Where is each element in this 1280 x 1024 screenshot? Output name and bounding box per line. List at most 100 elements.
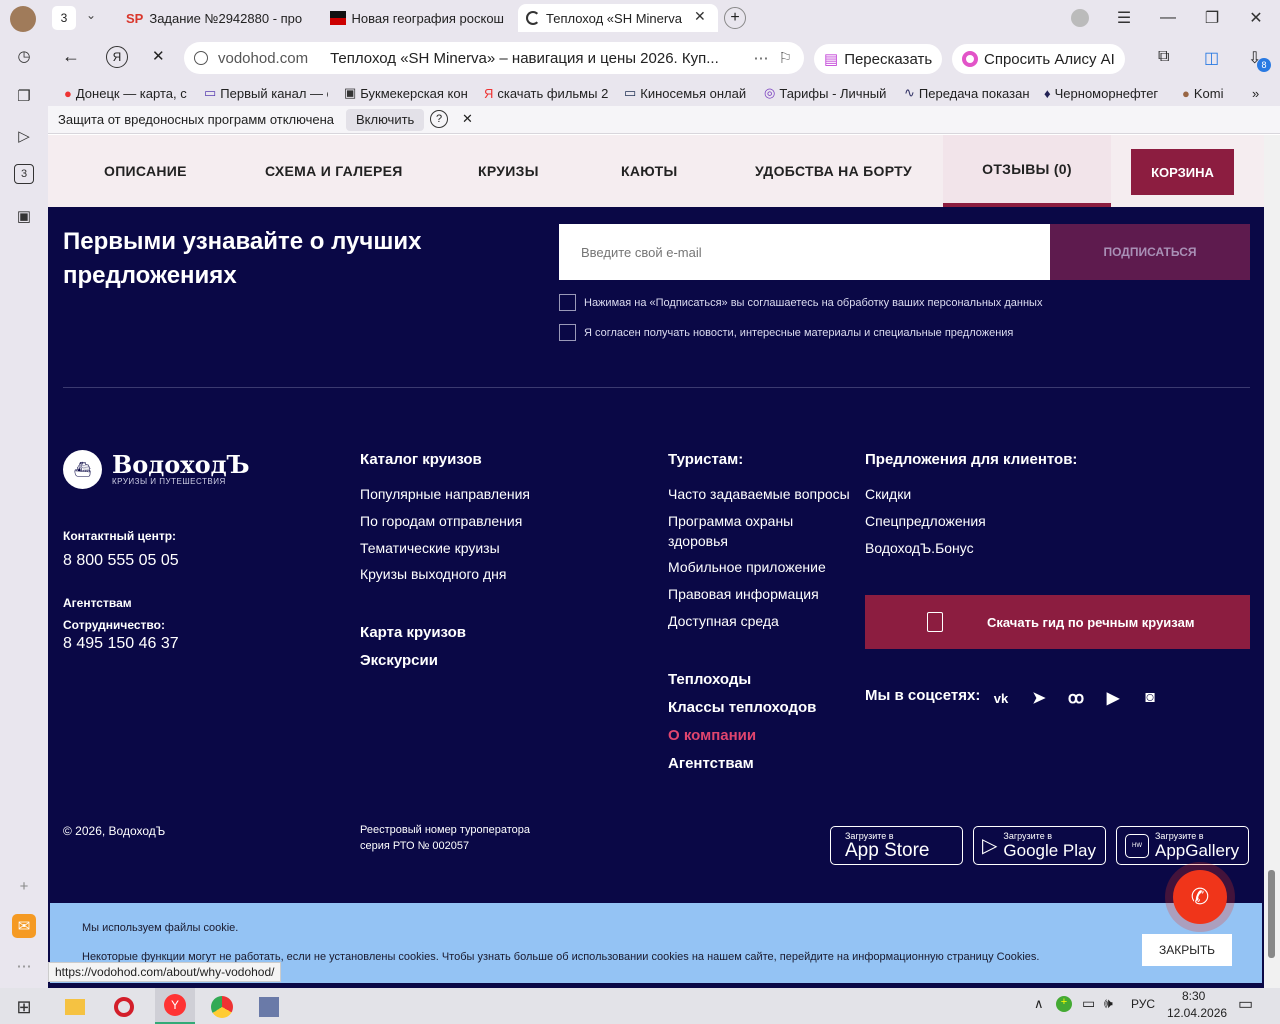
collections-icon[interactable]: ❐ — [12, 84, 36, 108]
catalog-title[interactable]: Каталог круизов — [360, 451, 482, 468]
bookmark-7[interactable]: ∿ Передача показан — [904, 84, 1030, 102]
minimize-icon[interactable]: — — [1156, 6, 1180, 30]
profile-avatar[interactable] — [10, 6, 36, 32]
tab-1[interactable]: SP Задание №2942880 - про — [118, 4, 318, 32]
bookmark-1[interactable]: ● Донецк — карта, с — [64, 84, 188, 102]
email-input[interactable] — [559, 224, 1050, 280]
play-icon[interactable]: ▷ — [12, 124, 36, 148]
language-indicator[interactable]: РУС — [1131, 997, 1155, 1011]
tab-3-active[interactable]: Теплоход «SH Minerva — [518, 4, 718, 32]
catalog-link[interactable]: По городам отправления — [360, 513, 522, 529]
vk-icon[interactable]: vk — [990, 687, 1012, 709]
chrome-icon[interactable] — [207, 992, 237, 1022]
stop-icon[interactable]: ✕ — [152, 47, 165, 65]
profile-icon[interactable] — [1068, 6, 1092, 30]
tourist-link[interactable]: Программа охраны — [668, 513, 793, 529]
bookmark-8[interactable]: ♦ Черноморнефтег — [1044, 84, 1170, 102]
help-icon[interactable]: ? — [430, 110, 448, 128]
bookmark-5[interactable]: ▭ Киносемья онлай — [624, 84, 750, 102]
telegram-icon[interactable]: ➤ — [1028, 687, 1050, 709]
logo[interactable]: ⛴ ВодоходЪ КРУИЗЫ И ПУТЕШЕСТВИЯ — [63, 450, 250, 489]
ask-alice-button[interactable]: Спросить Алису AI — [952, 44, 1125, 74]
clock-date[interactable]: 12.04.2026 — [1167, 1006, 1227, 1020]
catalog-link[interactable]: Круизы выходного дня — [360, 566, 506, 582]
bookmark-6[interactable]: ◎ Тарифы - Личный — [764, 84, 890, 102]
cookie-close-button[interactable]: ЗАКРЫТЬ — [1142, 934, 1232, 966]
contact-phone[interactable]: 8 800 555 05 05 — [63, 552, 179, 570]
consent-checkbox-1[interactable] — [559, 294, 576, 311]
scrollbar-thumb[interactable] — [1268, 870, 1275, 958]
screenshot-icon[interactable]: ▣ — [12, 204, 36, 228]
nav-cruises[interactable]: КРУИЗЫ — [478, 135, 539, 207]
callback-button[interactable]: ✆ — [1173, 870, 1227, 924]
offer-link[interactable]: Скидки — [865, 486, 911, 502]
file-explorer-icon[interactable] — [60, 992, 90, 1022]
site-security-icon[interactable] — [194, 51, 208, 65]
restore-icon[interactable]: ❐ — [1200, 6, 1224, 30]
network-icon[interactable]: ▭ — [1082, 995, 1095, 1012]
shield-icon[interactable]: ◫ — [1204, 48, 1219, 68]
catalog-link[interactable]: Популярные направления — [360, 486, 530, 502]
cart-button[interactable]: КОРЗИНА — [1131, 149, 1234, 195]
bookmarks-more-icon[interactable]: » — [1252, 84, 1266, 102]
chevron-down-icon[interactable]: ⌄ — [86, 8, 96, 22]
tourist-link[interactable]: Мобильное приложение — [668, 559, 826, 575]
about-link[interactable]: О компании — [668, 727, 756, 744]
page-scrollbar[interactable] — [1264, 135, 1280, 988]
app-store-button[interactable]: Загрузите в App Store — [830, 826, 963, 865]
nav-gallery[interactable]: СХЕМА И ГАЛЕРЕЯ — [265, 135, 403, 207]
consent-checkbox-2[interactable] — [559, 324, 576, 341]
yandex-browser-icon[interactable]: Y — [155, 988, 195, 1024]
play-icon[interactable]: ▶ — [1102, 687, 1124, 709]
nav-amenities[interactable]: УДОБСТВА НА БОРТУ — [755, 135, 912, 207]
bookmark-icon[interactable]: ⚐ — [779, 49, 792, 67]
close-window-icon[interactable]: ✕ — [1244, 6, 1268, 30]
nav-description[interactable]: ОПИСАНИЕ — [104, 135, 187, 207]
back-icon[interactable]: ← — [62, 46, 80, 67]
more-icon[interactable]: ⋯ — [754, 49, 769, 67]
menu-icon[interactable]: ☰ — [1112, 6, 1136, 30]
ships-link[interactable]: Теплоходы — [668, 671, 751, 688]
close-infobar-icon[interactable]: ✕ — [462, 111, 473, 127]
bookmark-3[interactable]: ▣ Букмекерская кон — [344, 84, 470, 102]
notifications-icon[interactable]: ▭ — [1238, 994, 1253, 1014]
excursions-link[interactable]: Экскурсии — [360, 652, 438, 669]
clock-time[interactable]: 8:30 — [1182, 989, 1205, 1003]
enable-button[interactable]: Включить — [346, 109, 425, 131]
new-tab-button[interactable]: + — [724, 7, 746, 29]
bookmark-4[interactable]: Яскачать фильмы 2 — [484, 84, 610, 102]
more-icon[interactable]: ⋯ — [12, 954, 36, 978]
opera-icon[interactable] — [109, 992, 139, 1022]
offer-link[interactable]: ВодоходЪ.Бонус — [865, 540, 974, 556]
offer-link[interactable]: Спецпредложения — [865, 513, 986, 529]
ship-classes-link[interactable]: Классы теплоходов — [668, 699, 816, 716]
tourist-link[interactable]: Часто задаваемые вопросы — [668, 486, 850, 502]
tabs-count-icon[interactable]: 3 — [14, 164, 34, 184]
download-guide-button[interactable]: Скачать гид по речным круизам — [865, 595, 1250, 649]
history-icon[interactable]: ◷ — [12, 44, 36, 68]
tray-app-icon[interactable]: + — [1056, 996, 1072, 1012]
app-icon[interactable] — [254, 992, 284, 1022]
retell-button[interactable]: ▤ Пересказать — [814, 44, 943, 74]
tourist-link[interactable]: Правовая информация — [668, 586, 819, 602]
mail-icon[interactable]: ✉ — [12, 914, 36, 938]
catalog-link[interactable]: Тематические круизы — [360, 540, 500, 556]
coop-phone[interactable]: 8 495 150 46 37 — [63, 635, 179, 653]
dzen-icon[interactable]: ◙ — [1139, 687, 1161, 709]
url-field[interactable]: vodohod.com Теплоход «SH Minerva» – нави… — [184, 42, 804, 74]
cruise-map-link[interactable]: Карта круизов — [360, 624, 466, 641]
tourist-link-cont[interactable]: здоровья — [668, 533, 728, 549]
tray-chevron-icon[interactable]: ∧ — [1034, 996, 1044, 1012]
bookmark-2[interactable]: ▭ Первый канал — с — [204, 84, 328, 102]
subscribe-button[interactable]: ПОДПИСАТЬСЯ — [1050, 224, 1250, 280]
extensions-icon[interactable]: ⧉ — [1158, 48, 1169, 66]
app-gallery-button[interactable]: HW Загрузите в AppGallery — [1116, 826, 1249, 865]
bookmark-9[interactable]: ● Komi — [1182, 84, 1238, 102]
nav-reviews[interactable]: ОТЗЫВЫ (0) — [943, 135, 1111, 207]
tab-2[interactable]: Новая география роскош — [322, 4, 512, 32]
nav-cabins[interactable]: КАЮТЫ — [621, 135, 678, 207]
tourist-link[interactable]: Доступная среда — [668, 613, 779, 629]
google-play-button[interactable]: ▷ Загрузите в Google Play — [973, 826, 1106, 865]
volume-icon[interactable]: 🕪 — [1104, 995, 1113, 1012]
yandex-icon[interactable]: Я — [106, 46, 128, 68]
